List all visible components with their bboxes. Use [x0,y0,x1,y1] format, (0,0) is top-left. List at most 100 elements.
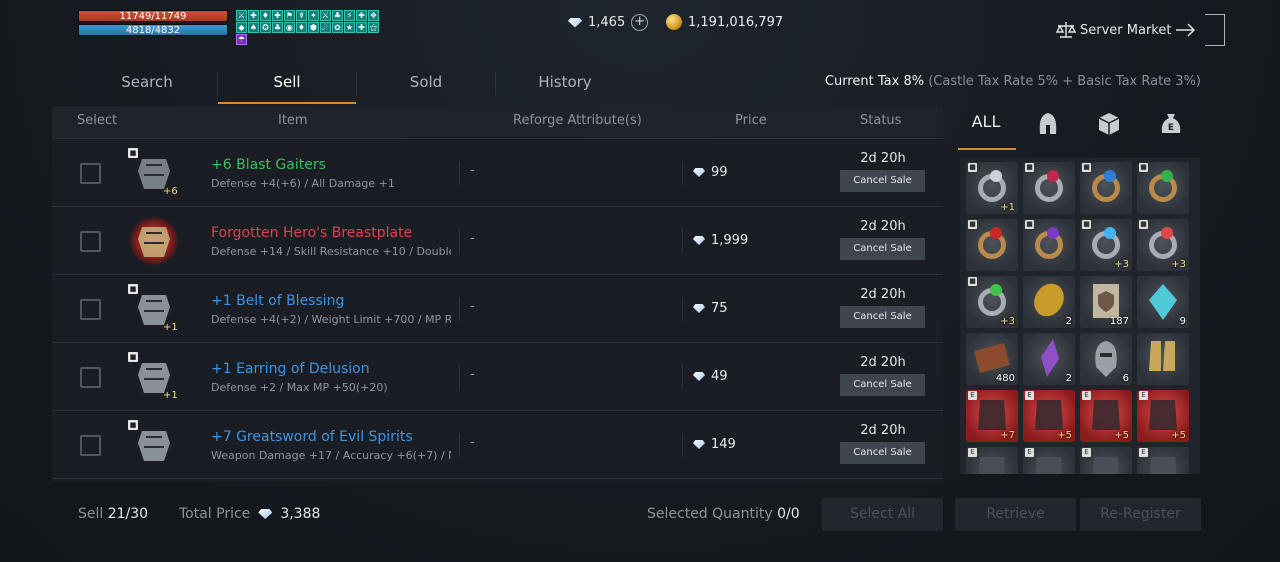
diamond-icon [693,168,705,177]
tab-search[interactable]: Search [78,72,216,104]
diamond-icon [693,236,705,245]
item-tag: ■ [1139,220,1148,229]
row-checkbox[interactable] [80,435,101,456]
inventory-item[interactable]: ■ +1 [966,162,1018,214]
item-tag: E [1082,391,1091,400]
inventory-item[interactable]: ■ [1023,219,1075,271]
item-quantity: 9 [1179,316,1186,327]
item-tag: ■ [968,163,977,172]
inventory-item[interactable]: 9 [1137,276,1189,328]
inventory-item[interactable]: E +5 [1080,390,1132,442]
cell-divider [459,365,460,389]
item-tag: E [1025,391,1034,400]
item-quantity: 6 [1122,373,1129,384]
inventory-item[interactable]: ■ [1023,162,1075,214]
inventory-item[interactable]: E [1137,447,1189,474]
item-name: Forgotten Hero's Breastplate [211,225,413,241]
column-item: Item [278,113,308,128]
buff-icon: ♦ [260,10,271,21]
row-checkbox[interactable] [80,163,101,184]
boots-icon [1149,341,1175,371]
inventory-item[interactable]: E [1080,447,1132,474]
column-reforge: Reforge Attribute(s) [513,113,642,128]
cancel-sale-button[interactable]: Cancel Sale [840,306,925,328]
table-row[interactable]: ■ +7 Greatsword of Evil Spirits Weapon D… [52,411,943,479]
item-quantity: 2 [1065,373,1072,384]
inventory-item[interactable]: ■ +3 [1080,219,1132,271]
hp-bar: 11749/11749 [78,10,228,22]
inventory-item[interactable]: 2 [1023,333,1075,385]
inventory-item[interactable]: 187 [1080,276,1132,328]
buff-icon: ♣ [272,22,283,33]
total-price-value: 3,388 [280,506,321,522]
price-value: 1,999 [711,233,749,248]
remaining-time: 2d 20h [860,287,906,302]
diamond-amount: 1,465 [588,15,626,30]
tab-history[interactable]: History [496,72,634,104]
diamond-currency: 1,465 + [568,14,649,31]
current-tax: Current Tax 8% (Castle Tax Rate 5% + Bas… [825,74,1201,89]
inventory-item[interactable]: ■ +3 [1137,219,1189,271]
table-row[interactable]: ■ +1 +1 Belt of Blessing Defense +4(+2) … [52,275,943,343]
inventory-item[interactable]: ■ [1080,162,1132,214]
re-register-button[interactable]: Re-Register [1080,498,1201,531]
item-stats: Defense +14 / Skill Resistance +10 / Dou… [211,245,451,258]
inventory-item[interactable]: 6 [1080,333,1132,385]
inventory-item[interactable]: ■ [1137,162,1189,214]
server-market-button[interactable]: Server Market [1056,14,1226,46]
selected-quantity-value: 0/0 [777,506,800,522]
reforge-value: - [470,299,475,314]
add-diamond-icon[interactable]: + [631,14,649,31]
retrieve-button[interactable]: Retrieve [955,498,1076,531]
inventory-item[interactable]: 2 [1023,276,1075,328]
tax-value: 8% [903,74,925,89]
inventory-item[interactable]: ■ +3 [966,276,1018,328]
table-row[interactable]: ■ +1 +1 Earring of Delusion Defense +2 /… [52,343,943,411]
cancel-sale-button[interactable]: Cancel Sale [840,442,925,464]
helmet-icon[interactable] [1028,112,1068,142]
cell-divider [682,433,683,457]
table-row[interactable]: Forgotten Hero's Breastplate Defense +14… [52,207,943,275]
buff-icon: ⚑ [284,10,295,21]
inventory-item[interactable]: E +5 [1023,390,1075,442]
buff-icon: ♣ [332,10,343,21]
svg-text:E: E [1168,123,1174,133]
inventory-item[interactable]: 480 [966,333,1018,385]
item-name: +1 Earring of Delusion [211,361,370,377]
inventory-item[interactable]: E [966,447,1018,474]
table-row[interactable]: ■ +6 +6 Blast Gaiters Defense +4(+6) / A… [52,139,943,207]
cell-divider [459,297,460,321]
ring-gem [1047,227,1059,239]
row-checkbox[interactable] [80,299,101,320]
bag-icon[interactable]: E [1151,112,1191,142]
select-all-button[interactable]: Select All [822,498,943,531]
item-tag: E [1139,391,1148,400]
sell-list-table: Select Item Reforge Attribute(s) Price S… [52,106,943,482]
cell-divider [459,433,460,457]
tab-sold[interactable]: Sold [357,72,495,104]
exit-bracket [1205,14,1226,46]
row-checkbox[interactable] [80,367,101,388]
inventory-item[interactable]: E +7 [966,390,1018,442]
sell-label: Sell [78,506,104,522]
cell-divider [682,161,683,185]
inventory-item[interactable] [1137,333,1189,385]
item-tag: ■ [1082,163,1091,172]
item-price: 49 [693,369,728,384]
item-tag: ■ [968,277,977,286]
inventory-item[interactable]: E [1023,447,1075,474]
box-icon[interactable] [1089,112,1129,142]
cancel-sale-button[interactable]: Cancel Sale [840,170,925,192]
diamond-icon [568,17,582,28]
inventory-item[interactable]: ■ [966,219,1018,271]
selected-quantity-label: Selected Quantity [647,506,773,522]
row-checkbox[interactable] [80,231,101,252]
cancel-sale-button[interactable]: Cancel Sale [840,374,925,396]
inventory-item[interactable]: E +5 [1137,390,1189,442]
reforge-value: - [470,367,475,382]
tab-sell[interactable]: Sell [218,72,356,104]
reforge-value: - [470,163,475,178]
item-name: +7 Greatsword of Evil Spirits [211,429,413,445]
cancel-sale-button[interactable]: Cancel Sale [840,238,925,260]
inventory-tab-all[interactable]: ALL [966,112,1006,142]
